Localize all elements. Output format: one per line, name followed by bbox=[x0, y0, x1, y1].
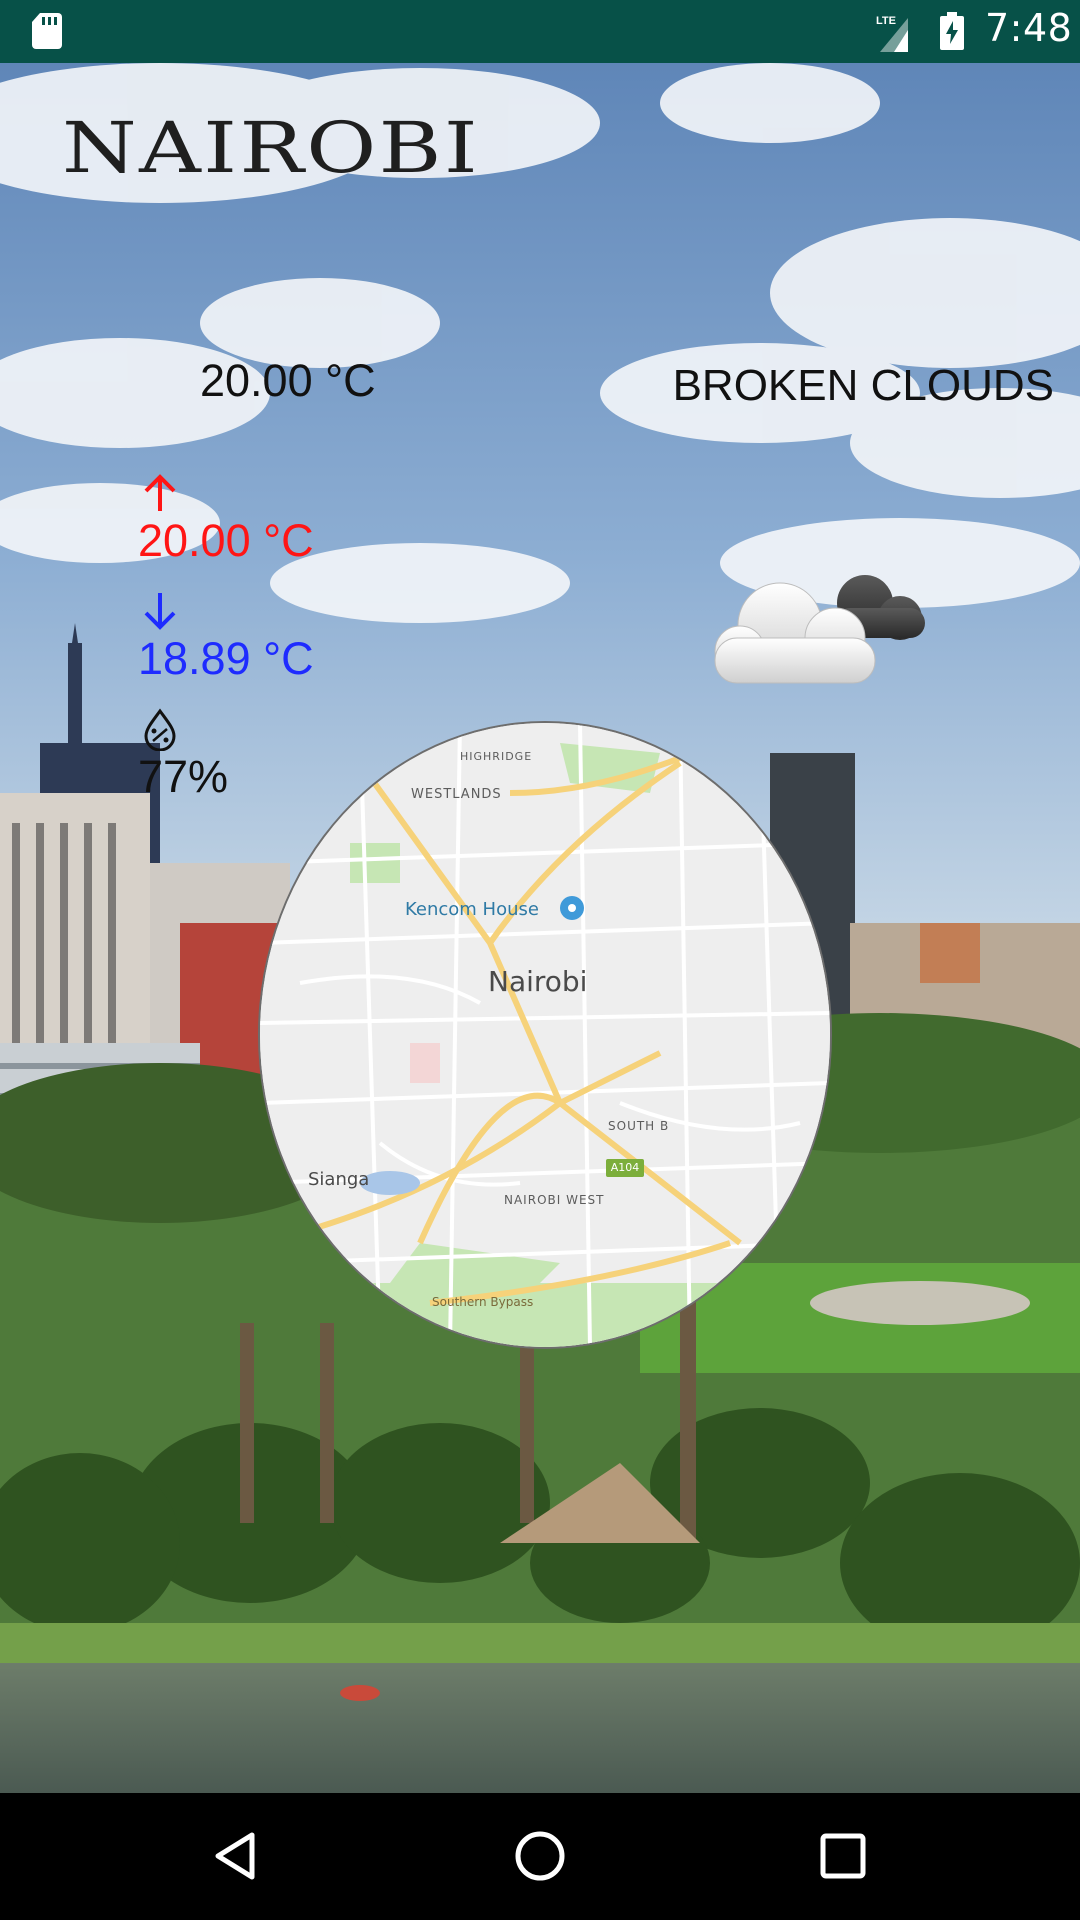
humidity-row: 77% bbox=[138, 707, 228, 803]
location-map[interactable]: HIGHRIDGE WESTLANDS Kencom House Nairobi… bbox=[260, 723, 830, 1347]
max-temperature: 20.00 °C bbox=[138, 515, 314, 566]
home-icon[interactable] bbox=[505, 1821, 575, 1891]
lte-signal-icon: LTE bbox=[876, 15, 908, 52]
map-label-kencom-house: Kencom House bbox=[405, 899, 539, 920]
clock: 7:48 bbox=[985, 6, 1073, 50]
min-temperature: 18.89 °C bbox=[138, 633, 314, 684]
svg-text:LTE: LTE bbox=[876, 15, 896, 27]
max-temperature-row: 20.00 °C bbox=[138, 471, 314, 567]
navigation-bar bbox=[0, 1793, 1080, 1920]
current-temperature: 20.00 °C bbox=[200, 355, 376, 406]
humidity-drop-icon bbox=[144, 708, 176, 751]
map-label-highridge: HIGHRIDGE bbox=[460, 750, 533, 763]
map-label-south-b: SOUTH B bbox=[608, 1119, 670, 1133]
map-label-city: Nairobi bbox=[488, 965, 588, 998]
sd-card-icon bbox=[32, 13, 62, 49]
back-icon[interactable] bbox=[202, 1821, 272, 1891]
map-label-westlands: WESTLANDS bbox=[411, 787, 502, 802]
humidity-value: 77% bbox=[138, 751, 229, 802]
min-temperature-row: 18.89 °C bbox=[138, 589, 314, 685]
battery-charging-icon bbox=[940, 12, 964, 50]
map-label-sianga: Sianga bbox=[308, 1169, 370, 1190]
recents-icon[interactable] bbox=[808, 1821, 878, 1891]
city-name: NAIROBI bbox=[62, 107, 481, 189]
city-background-image: NAIROBI 20.00 °C 20.00 °C 18.89 °C 77% B… bbox=[0, 63, 1080, 1793]
arrow-up-icon bbox=[144, 474, 176, 511]
map-label-nairobi-west: NAIROBI WEST bbox=[504, 1193, 605, 1207]
map-label-southern-bypass: Southern Bypass bbox=[432, 1295, 534, 1309]
weather-description: BROKEN CLOUDS bbox=[672, 361, 1054, 410]
arrow-down-icon bbox=[144, 593, 176, 630]
broken-clouds-icon bbox=[714, 575, 925, 684]
status-bar: LTE 7:48 bbox=[0, 0, 1080, 63]
map-road-badge: A104 bbox=[606, 1159, 644, 1177]
